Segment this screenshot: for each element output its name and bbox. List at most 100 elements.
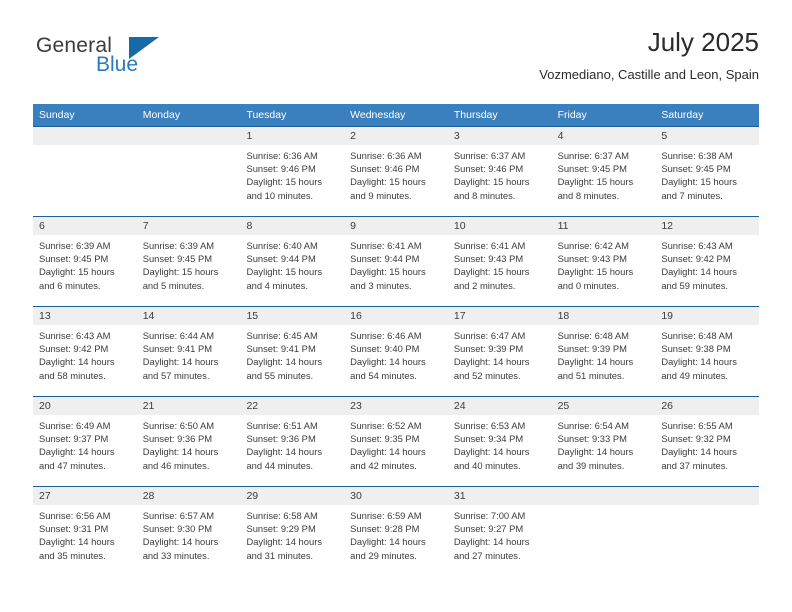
- sunrise-text: Sunrise: 6:39 AM: [142, 240, 215, 251]
- sunset-text: Sunset: 9:38 PM: [661, 343, 731, 355]
- daylight-text-line2: and 3 minutes.: [350, 279, 412, 291]
- day-cell[interactable]: 14 Sunrise: 6:44 AM Sunset: 9:41 PM Dayl…: [136, 307, 241, 396]
- day-cell[interactable]: 3 Sunrise: 6:37 AM Sunset: 9:46 PM Dayli…: [447, 127, 552, 216]
- daylight-text-line1: Daylight: 14 hours: [246, 356, 323, 368]
- day-details: Sunrise: 6:47 AM Sunset: 9:39 PM Dayligh…: [448, 325, 552, 382]
- weekday-header-sunday: Sunday: [39, 109, 75, 121]
- daylight-text-line1: Daylight: 14 hours: [246, 446, 323, 458]
- day-details: Sunrise: 6:55 AM Sunset: 9:32 PM Dayligh…: [655, 415, 759, 472]
- day-cell[interactable]: 9 Sunrise: 6:41 AM Sunset: 9:44 PM Dayli…: [344, 217, 448, 306]
- day-cell[interactable]: 22 Sunrise: 6:51 AM Sunset: 9:36 PM Dayl…: [240, 397, 345, 486]
- day-cell[interactable]: [33, 127, 137, 216]
- day-cell[interactable]: 16 Sunrise: 6:46 AM Sunset: 9:40 PM Dayl…: [344, 307, 448, 396]
- daylight-text-line1: Daylight: 14 hours: [453, 356, 530, 368]
- daylight-text-line2: and 0 minutes.: [557, 279, 620, 291]
- day-cell[interactable]: 29 Sunrise: 6:58 AM Sunset: 9:29 PM Dayl…: [240, 487, 345, 576]
- day-cell[interactable]: 20 Sunrise: 6:49 AM Sunset: 9:37 PM Dayl…: [33, 397, 137, 486]
- sunrise-text: Sunrise: 6:47 AM: [453, 330, 526, 341]
- day-details: Sunrise: 6:48 AM Sunset: 9:38 PM Dayligh…: [655, 325, 759, 382]
- daylight-text-line1: Daylight: 14 hours: [39, 536, 115, 548]
- weekday-header-saturday: Saturday: [661, 109, 704, 121]
- day-number: 19: [655, 307, 760, 325]
- day-details: Sunrise: 6:50 AM Sunset: 9:36 PM Dayligh…: [137, 415, 241, 472]
- day-cell[interactable]: 8 Sunrise: 6:40 AM Sunset: 9:44 PM Dayli…: [240, 217, 345, 306]
- sunset-text: Sunset: 9:46 PM: [453, 163, 524, 175]
- daylight-text-line2: and 39 minutes.: [557, 459, 625, 471]
- sunset-text: Sunset: 9:44 PM: [350, 253, 420, 265]
- day-number: 23: [344, 397, 448, 415]
- day-cell[interactable]: 24 Sunrise: 6:53 AM Sunset: 9:34 PM Dayl…: [447, 397, 552, 486]
- day-cell[interactable]: [655, 487, 760, 576]
- day-details: Sunrise: 6:37 AM Sunset: 9:46 PM Dayligh…: [448, 145, 552, 202]
- day-details: Sunrise: 6:39 AM Sunset: 9:45 PM Dayligh…: [137, 235, 241, 292]
- day-details: Sunrise: 6:44 AM Sunset: 9:41 PM Dayligh…: [137, 325, 241, 382]
- daylight-text-line1: Daylight: 15 hours: [350, 266, 426, 278]
- sunrise-text: Sunrise: 6:38 AM: [661, 150, 733, 161]
- day-cell[interactable]: 23 Sunrise: 6:52 AM Sunset: 9:35 PM Dayl…: [344, 397, 448, 486]
- day-number: 30: [344, 487, 448, 505]
- page-header: General Blue July 2025 Vozmediano, Casti…: [33, 26, 759, 94]
- day-cell[interactable]: 27 Sunrise: 6:56 AM Sunset: 9:31 PM Dayl…: [33, 487, 137, 576]
- day-cell[interactable]: 11 Sunrise: 6:42 AM Sunset: 9:43 PM Dayl…: [551, 217, 656, 306]
- daylight-text-line2: and 57 minutes.: [142, 369, 210, 381]
- day-cell[interactable]: 19 Sunrise: 6:48 AM Sunset: 9:38 PM Dayl…: [655, 307, 760, 396]
- daylight-text-line2: and 40 minutes.: [453, 459, 521, 471]
- day-cell[interactable]: 7 Sunrise: 6:39 AM Sunset: 9:45 PM Dayli…: [136, 217, 241, 306]
- daylight-text-line2: and 33 minutes.: [142, 549, 210, 561]
- sunset-text: Sunset: 9:27 PM: [453, 523, 524, 535]
- sunset-text: Sunset: 9:45 PM: [142, 253, 213, 265]
- day-number: [33, 127, 137, 145]
- daylight-text-line2: and 6 minutes.: [39, 279, 101, 291]
- sunset-text: Sunset: 9:45 PM: [557, 163, 627, 175]
- sunset-text: Sunset: 9:30 PM: [142, 523, 213, 535]
- day-details: Sunrise: 7:00 AM Sunset: 9:27 PM Dayligh…: [448, 505, 552, 562]
- daylight-text-line1: Daylight: 14 hours: [661, 356, 737, 368]
- daylight-text-line2: and 35 minutes.: [39, 549, 106, 561]
- day-number: 8: [240, 217, 345, 235]
- day-cell[interactable]: [136, 127, 241, 216]
- day-number: 14: [136, 307, 241, 325]
- day-cell[interactable]: 5 Sunrise: 6:38 AM Sunset: 9:45 PM Dayli…: [655, 127, 760, 216]
- day-cell[interactable]: 1 Sunrise: 6:36 AM Sunset: 9:46 PM Dayli…: [240, 127, 345, 216]
- sunset-text: Sunset: 9:39 PM: [453, 343, 524, 355]
- day-cell[interactable]: 25 Sunrise: 6:54 AM Sunset: 9:33 PM Dayl…: [551, 397, 656, 486]
- sunrise-text: Sunrise: 6:43 AM: [661, 240, 733, 251]
- day-number: 28: [136, 487, 241, 505]
- daylight-text-line1: Daylight: 14 hours: [39, 356, 115, 368]
- day-cell[interactable]: 4 Sunrise: 6:37 AM Sunset: 9:45 PM Dayli…: [551, 127, 656, 216]
- day-number: 3: [447, 127, 552, 145]
- day-cell[interactable]: 26 Sunrise: 6:55 AM Sunset: 9:32 PM Dayl…: [655, 397, 760, 486]
- day-cell[interactable]: 12 Sunrise: 6:43 AM Sunset: 9:42 PM Dayl…: [655, 217, 760, 306]
- sunrise-text: Sunrise: 6:37 AM: [557, 150, 629, 161]
- sunset-text: Sunset: 9:31 PM: [39, 523, 109, 535]
- daylight-text-line1: Daylight: 15 hours: [246, 266, 323, 278]
- title-block: July 2025 Vozmediano, Castille and Leon,…: [539, 26, 759, 84]
- day-details: [137, 145, 241, 149]
- day-cell[interactable]: 13 Sunrise: 6:43 AM Sunset: 9:42 PM Dayl…: [33, 307, 137, 396]
- weekday-header-friday: Friday: [557, 109, 587, 121]
- day-cell[interactable]: 31 Sunrise: 7:00 AM Sunset: 9:27 PM Dayl…: [447, 487, 552, 576]
- day-cell[interactable]: 30 Sunrise: 6:59 AM Sunset: 9:28 PM Dayl…: [344, 487, 448, 576]
- sunset-text: Sunset: 9:46 PM: [246, 163, 316, 175]
- sunset-text: Sunset: 9:41 PM: [142, 343, 213, 355]
- week-row: 27 Sunrise: 6:56 AM Sunset: 9:31 PM Dayl…: [33, 486, 760, 576]
- day-details: Sunrise: 6:54 AM Sunset: 9:33 PM Dayligh…: [552, 415, 656, 472]
- sunrise-text: Sunrise: 6:48 AM: [557, 330, 629, 341]
- day-cell[interactable]: 21 Sunrise: 6:50 AM Sunset: 9:36 PM Dayl…: [136, 397, 241, 486]
- general-blue-logo[interactable]: General Blue: [33, 26, 253, 86]
- page-title: July 2025: [647, 27, 759, 57]
- daylight-text-line2: and 54 minutes.: [350, 369, 417, 381]
- daylight-text-line2: and 8 minutes.: [557, 189, 620, 201]
- day-details: Sunrise: 6:41 AM Sunset: 9:43 PM Dayligh…: [448, 235, 552, 292]
- sunrise-text: Sunrise: 6:46 AM: [350, 330, 422, 341]
- day-cell[interactable]: 17 Sunrise: 6:47 AM Sunset: 9:39 PM Dayl…: [447, 307, 552, 396]
- daylight-text-line1: Daylight: 14 hours: [661, 266, 737, 278]
- day-cell[interactable]: 2 Sunrise: 6:36 AM Sunset: 9:46 PM Dayli…: [344, 127, 448, 216]
- day-cell[interactable]: 18 Sunrise: 6:48 AM Sunset: 9:39 PM Dayl…: [551, 307, 656, 396]
- day-cell[interactable]: 28 Sunrise: 6:57 AM Sunset: 9:30 PM Dayl…: [136, 487, 241, 576]
- day-cell[interactable]: 6 Sunrise: 6:39 AM Sunset: 9:45 PM Dayli…: [33, 217, 137, 306]
- day-cell[interactable]: [551, 487, 656, 576]
- day-cell[interactable]: 15 Sunrise: 6:45 AM Sunset: 9:41 PM Dayl…: [240, 307, 345, 396]
- day-number: 1: [240, 127, 345, 145]
- day-cell[interactable]: 10 Sunrise: 6:41 AM Sunset: 9:43 PM Dayl…: [447, 217, 552, 306]
